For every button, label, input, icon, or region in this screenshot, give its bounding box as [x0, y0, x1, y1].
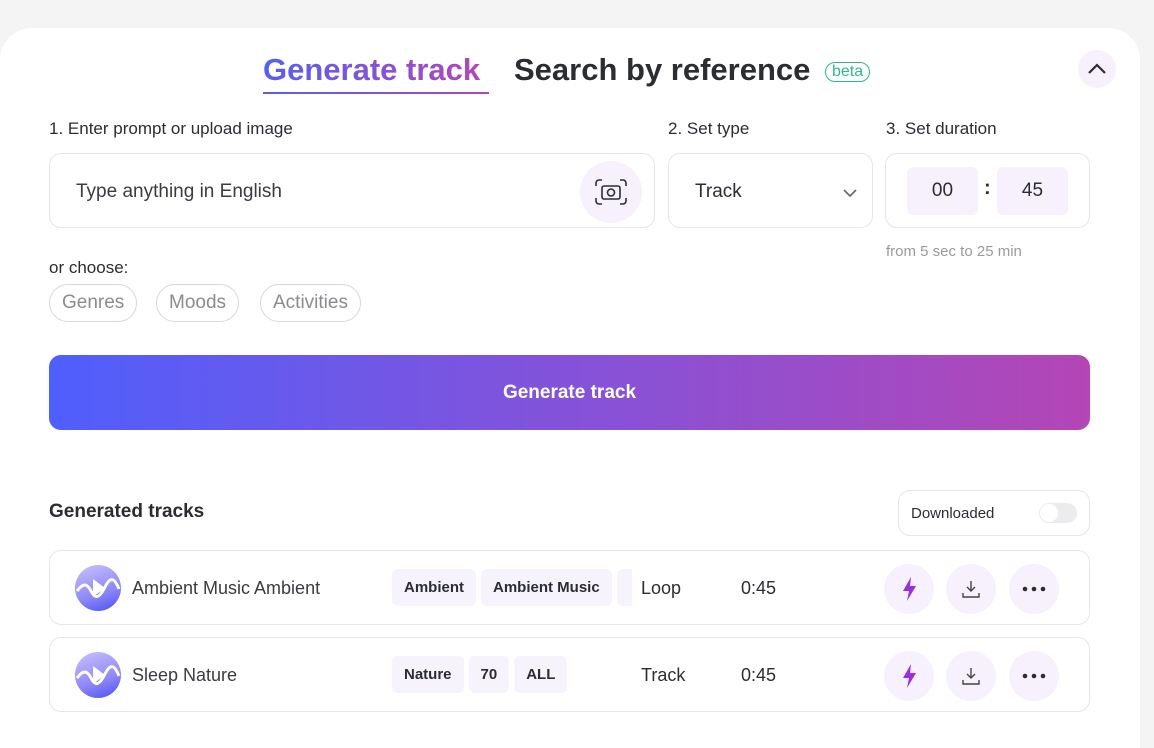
- upload-image-button[interactable]: [580, 161, 642, 223]
- lightning-icon: [903, 664, 916, 688]
- track-type: Track: [641, 665, 686, 685]
- download-button[interactable]: [946, 651, 996, 701]
- downloaded-toggle[interactable]: [1039, 503, 1077, 523]
- type-value: Track: [695, 181, 742, 202]
- track-row[interactable]: Ambient Music Ambient Ambient Ambient Mu…: [49, 550, 1090, 625]
- track-row[interactable]: Sleep Nature Nature 70 ALL Track 0:45: [49, 637, 1090, 712]
- duration-label: 3. Set duration: [886, 119, 997, 138]
- chevron-down-icon: [843, 189, 857, 198]
- duration-minutes[interactable]: 00: [907, 167, 978, 215]
- camera-icon: [595, 179, 627, 205]
- active-tab-underline: [263, 92, 489, 94]
- track-tag[interactable]: ALL: [514, 656, 568, 693]
- beta-badge: beta: [825, 62, 871, 82]
- prompt-label: 1. Enter prompt or upload image: [49, 119, 293, 138]
- more-icon: [1022, 586, 1046, 592]
- tab-search-by-reference[interactable]: Search by reference: [514, 52, 810, 88]
- or-choose-label: or choose:: [49, 258, 129, 277]
- downloaded-label: Downloaded: [911, 505, 995, 522]
- more-icon: [1022, 673, 1046, 679]
- more-options-button[interactable]: [1009, 651, 1059, 701]
- boost-button[interactable]: [884, 651, 934, 701]
- duration-seconds[interactable]: 45: [997, 167, 1068, 215]
- track-cover-icon: [75, 565, 121, 611]
- track-name: Ambient Music Ambient: [132, 578, 321, 598]
- download-button[interactable]: [946, 564, 996, 614]
- collapse-button[interactable]: [1078, 50, 1116, 88]
- track-tag[interactable]: Nature: [392, 656, 464, 693]
- duration-separator: :: [984, 177, 991, 199]
- track-tags: Nature 70 ALL: [392, 656, 632, 694]
- downloaded-filter: Downloaded: [898, 490, 1090, 536]
- more-options-button[interactable]: [1009, 564, 1059, 614]
- track-cover-icon: [75, 652, 121, 698]
- chevron-up-icon: [1088, 63, 1106, 74]
- boost-button[interactable]: [884, 564, 934, 614]
- track-duration: 0:45: [741, 665, 777, 685]
- download-icon: [962, 668, 980, 685]
- prompt-input[interactable]: Type anything in English: [49, 153, 655, 228]
- track-tag[interactable]: 70: [468, 656, 510, 693]
- duration-hint: from 5 sec to 25 min: [886, 243, 1022, 260]
- track-duration: 0:45: [741, 578, 777, 598]
- track-tags: Ambient Ambient Music: [392, 569, 632, 607]
- generated-tracks-title: Generated tracks: [49, 501, 205, 522]
- lightning-icon: [903, 577, 916, 601]
- track-name: Sleep Nature: [132, 665, 238, 685]
- chip-moods[interactable]: Moods: [156, 284, 240, 322]
- track-tag[interactable]: Ambient Music: [481, 569, 612, 606]
- tab-generate-track[interactable]: Generate track: [263, 52, 480, 94]
- track-type: Loop: [641, 578, 682, 598]
- track-tag[interactable]: Ambient: [392, 569, 476, 606]
- download-icon: [962, 581, 980, 598]
- duration-input: 00 : 45: [885, 153, 1090, 228]
- chip-genres[interactable]: Genres: [49, 284, 138, 322]
- prompt-placeholder: Type anything in English: [76, 181, 282, 202]
- type-label: 2. Set type: [668, 119, 750, 138]
- chip-activities[interactable]: Activities: [260, 284, 361, 322]
- type-select[interactable]: Track: [668, 153, 873, 228]
- track-tag[interactable]: [616, 569, 632, 606]
- generate-track-button[interactable]: Generate track: [49, 355, 1090, 430]
